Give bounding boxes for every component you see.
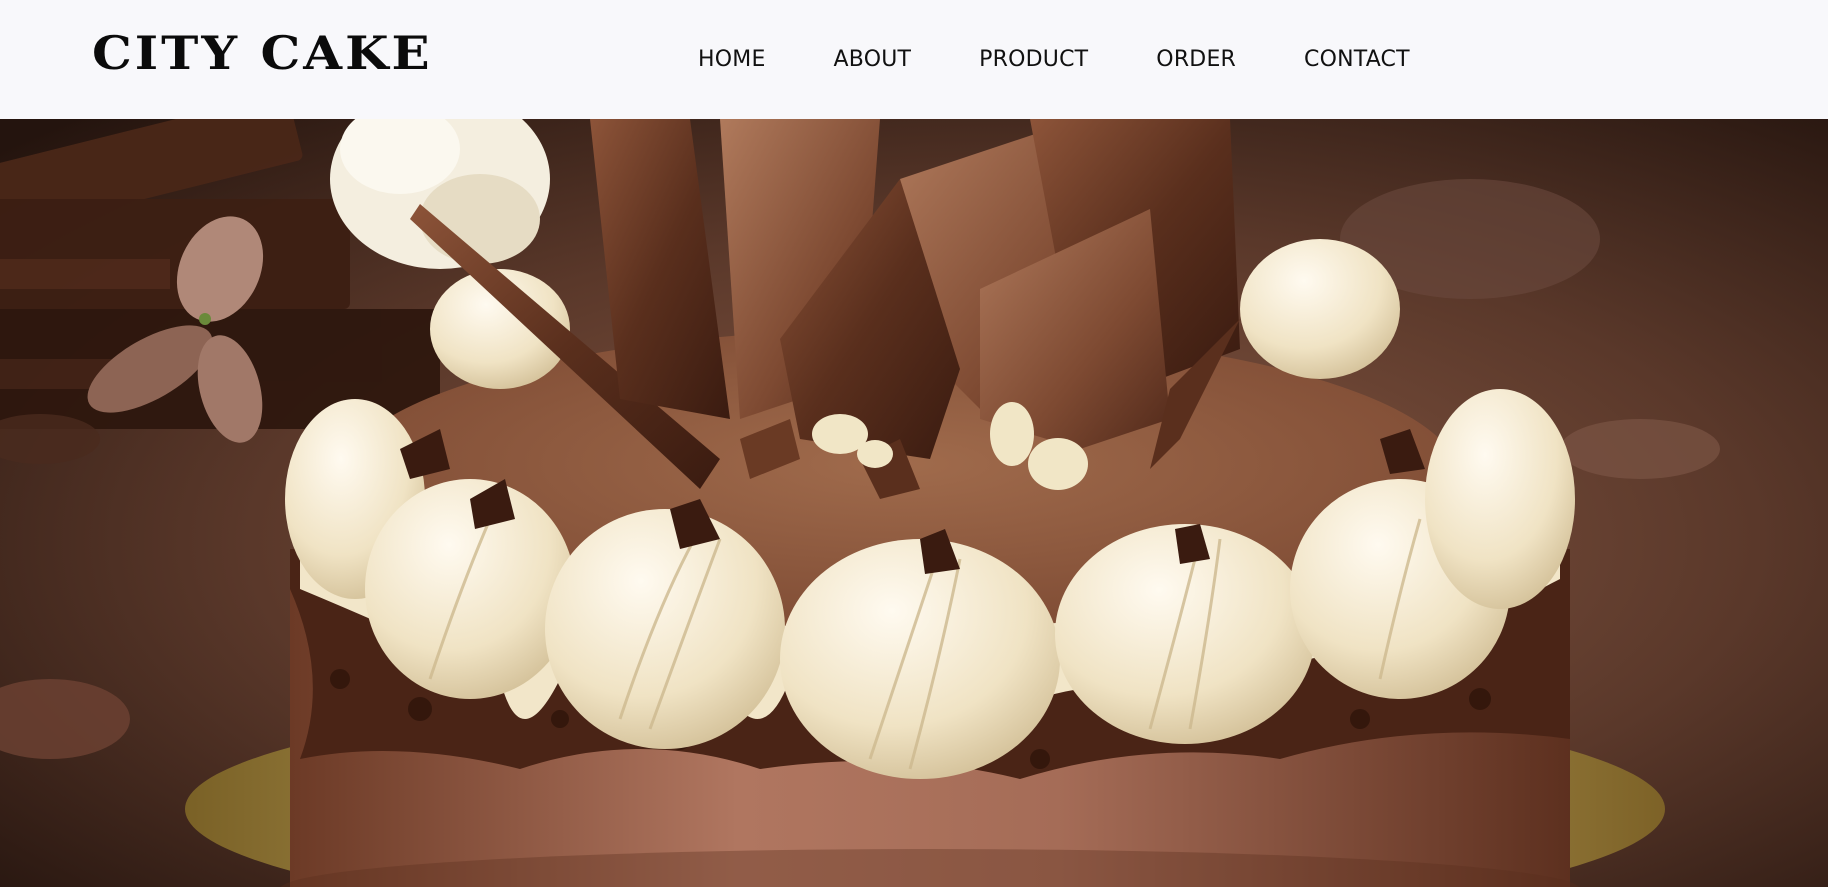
hero-banner	[0, 119, 1828, 887]
page: CITY CAKE HOME ABOUT PRODUCT ORDER CONTA…	[0, 0, 1828, 887]
nav-about-link[interactable]: ABOUT	[834, 47, 912, 72]
nav-contact-link[interactable]: CONTACT	[1304, 47, 1410, 72]
main-nav: HOME ABOUT PRODUCT ORDER CONTACT	[698, 44, 1410, 74]
nav-product-link[interactable]: PRODUCT	[979, 47, 1088, 72]
nav-order-link[interactable]: ORDER	[1156, 47, 1236, 72]
site-logo[interactable]: CITY CAKE	[92, 26, 433, 80]
hero-cake-image	[0, 119, 1828, 887]
site-header: CITY CAKE HOME ABOUT PRODUCT ORDER CONTA…	[0, 0, 1828, 119]
nav-home-link[interactable]: HOME	[698, 47, 766, 72]
